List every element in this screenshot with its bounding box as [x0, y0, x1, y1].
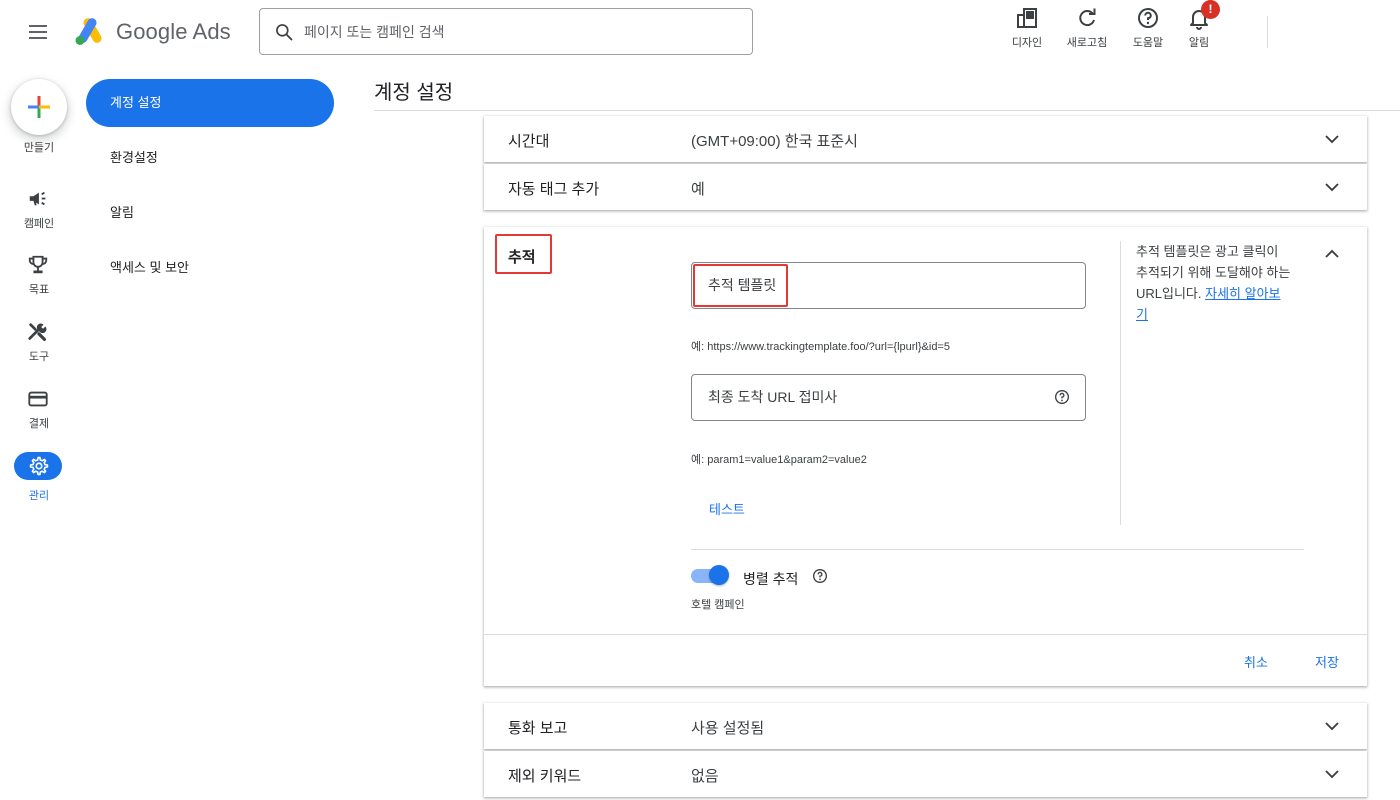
- refresh-icon: [1079, 8, 1096, 27]
- help-icon[interactable]: [1054, 389, 1070, 405]
- rail-label-billing: 결제: [28, 418, 50, 430]
- gear-icon: [29, 456, 49, 476]
- parallel-tracking-text: 병렬 추적: [743, 571, 799, 587]
- rail-item-tools[interactable]: 도구: [0, 321, 78, 371]
- subnav-item-preferences[interactable]: 환경설정: [86, 134, 334, 182]
- credit-card-icon: [28, 391, 48, 407]
- cancel-button[interactable]: 취소: [1244, 652, 1268, 671]
- section-divider: [691, 549, 1304, 550]
- subnav-item-account-settings[interactable]: 계정 설정: [86, 79, 334, 127]
- chevron-down-icon: [1325, 770, 1339, 779]
- setting-row-time-zone[interactable]: 시간대 (GMT+09:00) 한국 표준시: [484, 116, 1367, 162]
- setting-row-negative-keywords[interactable]: 제외 키워드 없음: [484, 751, 1367, 797]
- app-name: Google Ads: [116, 19, 231, 44]
- rail-item-campaigns[interactable]: 캠페인: [0, 188, 78, 238]
- notification-badge: !: [1201, 0, 1220, 19]
- final-url-suffix-hint: 예: param1=value1&param2=value2: [691, 454, 867, 466]
- rail-label-campaigns: 캠페인: [23, 218, 55, 230]
- create-button[interactable]: [11, 79, 67, 135]
- refresh-label: 새로고침: [1066, 37, 1108, 49]
- appearance-icon: [1017, 8, 1037, 28]
- plus-icon: [28, 96, 50, 118]
- rail-item-billing[interactable]: 결제: [0, 388, 78, 438]
- search-box[interactable]: [259, 8, 753, 55]
- title-divider: [374, 110, 1400, 111]
- setting-label: 시간대: [508, 133, 550, 150]
- google-ads-logo[interactable]: Google Ads: [74, 16, 231, 48]
- test-button[interactable]: 테스트: [709, 499, 745, 518]
- setting-value: 예: [691, 181, 705, 198]
- chevron-down-icon: [1325, 183, 1339, 192]
- topbar-divider: [1267, 16, 1268, 48]
- search-icon: [276, 23, 293, 40]
- parallel-tracking-subtext: 호텔 캠페인: [691, 599, 745, 611]
- trophy-icon: [28, 255, 48, 274]
- appearance-button[interactable]: 디자인: [997, 6, 1057, 50]
- notifications-button[interactable]: ! 알림: [1169, 0, 1229, 50]
- rail-label-tools: 도구: [28, 351, 50, 363]
- search-input[interactable]: [304, 23, 724, 40]
- page-title: 계정 설정: [374, 82, 454, 104]
- tools-icon: [28, 323, 47, 341]
- setting-label: 통화 보고: [508, 720, 568, 737]
- toggle-knob: [709, 565, 729, 585]
- setting-row-call-reporting[interactable]: 통화 보고 사용 설정됨: [484, 703, 1367, 749]
- tracking-template-hint: 예: https://www.trackingtemplate.foo/?url…: [691, 341, 950, 353]
- setting-label: 제외 키워드: [508, 768, 582, 785]
- tracking-template-highlight: [693, 264, 788, 307]
- setting-value: 없음: [691, 768, 719, 785]
- save-button[interactable]: 저장: [1315, 652, 1339, 671]
- tracking-help-text: 추적 템플릿은 광고 클릭이 추적되기 위해 도달해야 하는 URL입니다. 자…: [1136, 241, 1292, 325]
- setting-value: 사용 설정됨: [691, 720, 765, 737]
- megaphone-icon: [29, 191, 46, 206]
- rail-item-goals[interactable]: 목표: [0, 254, 78, 304]
- card-footer-divider: [484, 634, 1367, 635]
- parallel-tracking-toggle[interactable]: [691, 565, 729, 585]
- parallel-tracking-label: 병렬 추적: [743, 569, 827, 589]
- final-url-suffix-input[interactable]: [708, 389, 1048, 405]
- chevron-up-icon[interactable]: [1323, 245, 1341, 263]
- tracking-title: 추적: [508, 249, 536, 266]
- final-url-suffix-field[interactable]: [691, 374, 1086, 421]
- setting-label: 자동 태그 추가: [508, 181, 600, 198]
- tracking-settings-card: 추적 예: https://www.trackingtemplate.foo/?…: [484, 227, 1367, 686]
- help-icon: [1138, 8, 1158, 28]
- chevron-down-icon: [1325, 722, 1339, 731]
- menu-icon[interactable]: [26, 22, 50, 42]
- top-app-bar: Google Ads 디자인 새로고침 도움말: [0, 0, 1400, 64]
- rail-label-goals: 목표: [28, 284, 50, 296]
- rail-label-admin: 관리: [28, 490, 50, 502]
- rail-item-admin[interactable]: 관리: [0, 452, 78, 514]
- help-icon[interactable]: [812, 568, 828, 584]
- chevron-down-icon: [1325, 135, 1339, 144]
- google-ads-logo-icon: [75, 18, 102, 45]
- subnav-item-access-security[interactable]: 액세스 및 보안: [86, 244, 334, 292]
- subnav-item-notifications[interactable]: 알림: [86, 189, 334, 237]
- create-label: 만들기: [23, 142, 55, 154]
- navigation-rail: 만들기 캠페인 목표 도구 결제 관리: [0, 64, 78, 800]
- appearance-label: 디자인: [1011, 37, 1043, 49]
- notifications-label: 알림: [1188, 37, 1210, 49]
- refresh-button[interactable]: 새로고침: [1057, 6, 1117, 50]
- setting-value: (GMT+09:00) 한국 표준시: [691, 133, 858, 150]
- setting-row-auto-tagging[interactable]: 자동 태그 추가 예: [484, 164, 1367, 210]
- side-divider: [1120, 241, 1121, 525]
